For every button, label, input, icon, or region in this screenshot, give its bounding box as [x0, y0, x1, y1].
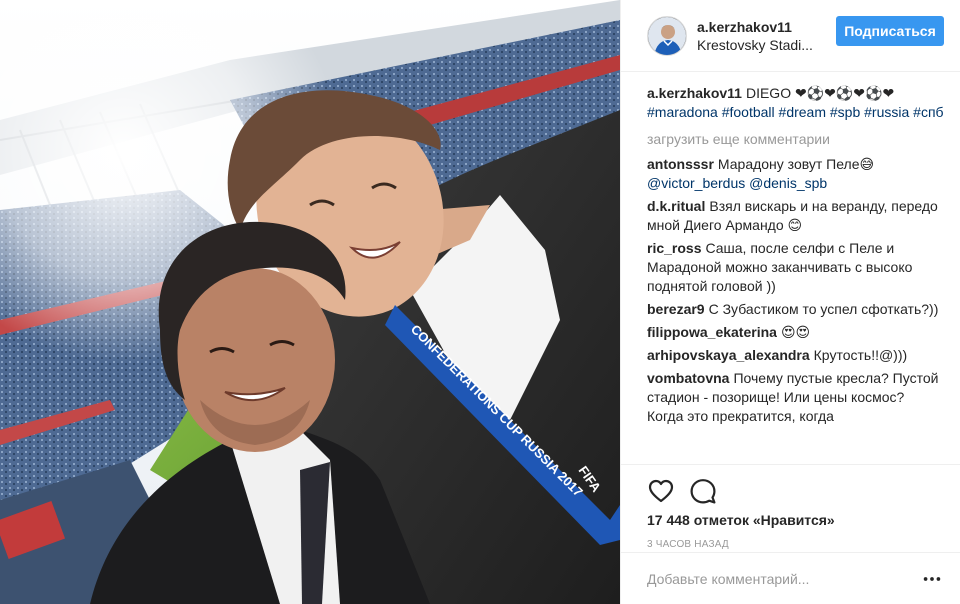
post-photo[interactable]: CONFEDERATIONS CUP RUSSIA 2017 FIFA [0, 0, 620, 604]
comment-text: Марадону зовут Пеле😅 [717, 156, 875, 172]
comment-item: arhipovskaya_alexandra Крутость!!@))) [647, 346, 944, 365]
post-details-panel: a.kerzhakov11 Krestovsky Stadi... Подпис… [620, 0, 960, 604]
heart-icon[interactable] [647, 477, 675, 505]
comment-text: 😍😍 [780, 324, 811, 340]
caption-username[interactable]: a.kerzhakov11 [647, 85, 742, 101]
comment-item: d.k.ritual Взял вискарь и на веранду, пер… [647, 197, 944, 235]
selfie-image: CONFEDERATIONS CUP RUSSIA 2017 FIFA [0, 0, 620, 604]
comment-username[interactable]: berezar9 [647, 301, 705, 317]
post-header: a.kerzhakov11 Krestovsky Stadi... Подпис… [621, 0, 960, 72]
header-location[interactable]: Krestovsky Stadi... [697, 36, 827, 54]
comment-mentions[interactable]: @victor_berdus @denis_spb [647, 174, 944, 193]
post-actions: 17 448 отметок «Нравится» 3 часов назад [621, 464, 960, 552]
more-dots-icon[interactable] [920, 567, 944, 591]
comment-username[interactable]: d.k.ritual [647, 198, 705, 214]
add-comment-bar [621, 552, 960, 604]
comment-item: antonsssr Марадону зовут Пеле😅 @victor_be… [647, 155, 944, 193]
comment-item: ric_ross Саша, после селфи с Пеле и Марад… [647, 239, 944, 296]
speech-bubble-icon[interactable] [689, 477, 717, 505]
comment-item: vombatovna Почему пустые кресла? Пустой с… [647, 369, 944, 426]
action-icons [647, 475, 944, 507]
comments-list[interactable]: a.kerzhakov11 DIEGO ❤⚽❤⚽❤⚽❤ #maradona #fo… [621, 72, 960, 464]
add-comment-input[interactable] [647, 570, 920, 587]
follow-button[interactable]: Подписаться [836, 16, 944, 46]
comment-text: Крутость!!@))) [813, 347, 908, 363]
comment-username[interactable]: ric_ross [647, 240, 701, 256]
post-timestamp[interactable]: 3 часов назад [647, 539, 944, 550]
instagram-post: CONFEDERATIONS CUP RUSSIA 2017 FIFA a.ke… [0, 0, 960, 604]
comment-username[interactable]: filippowa_ekaterina [647, 324, 777, 340]
comment-item: filippowa_ekaterina 😍😍 [647, 323, 944, 342]
comment-username[interactable]: arhipovskaya_alexandra [647, 347, 810, 363]
comment-username[interactable]: antonsssr [647, 156, 714, 172]
caption-hashtags[interactable]: #maradona #football #dream #spb #russia … [647, 103, 944, 122]
avatar[interactable] [647, 15, 687, 56]
avatar-image [648, 16, 686, 55]
comment-text: С Зубастиком то успел сфоткать?)) [708, 301, 939, 317]
load-more-comments-link[interactable]: загрузить еще комментарии [647, 130, 944, 149]
comment-username[interactable]: vombatovna [647, 370, 729, 386]
caption-text: DIEGO ❤⚽❤⚽❤⚽❤ [745, 85, 895, 101]
comment-item: berezar9 С Зубастиком то успел сфоткать?)… [647, 300, 944, 319]
likes-count[interactable]: 17 448 отметок «Нравится» [647, 511, 944, 529]
caption: a.kerzhakov11 DIEGO ❤⚽❤⚽❤⚽❤ #maradona #fo… [647, 84, 944, 122]
